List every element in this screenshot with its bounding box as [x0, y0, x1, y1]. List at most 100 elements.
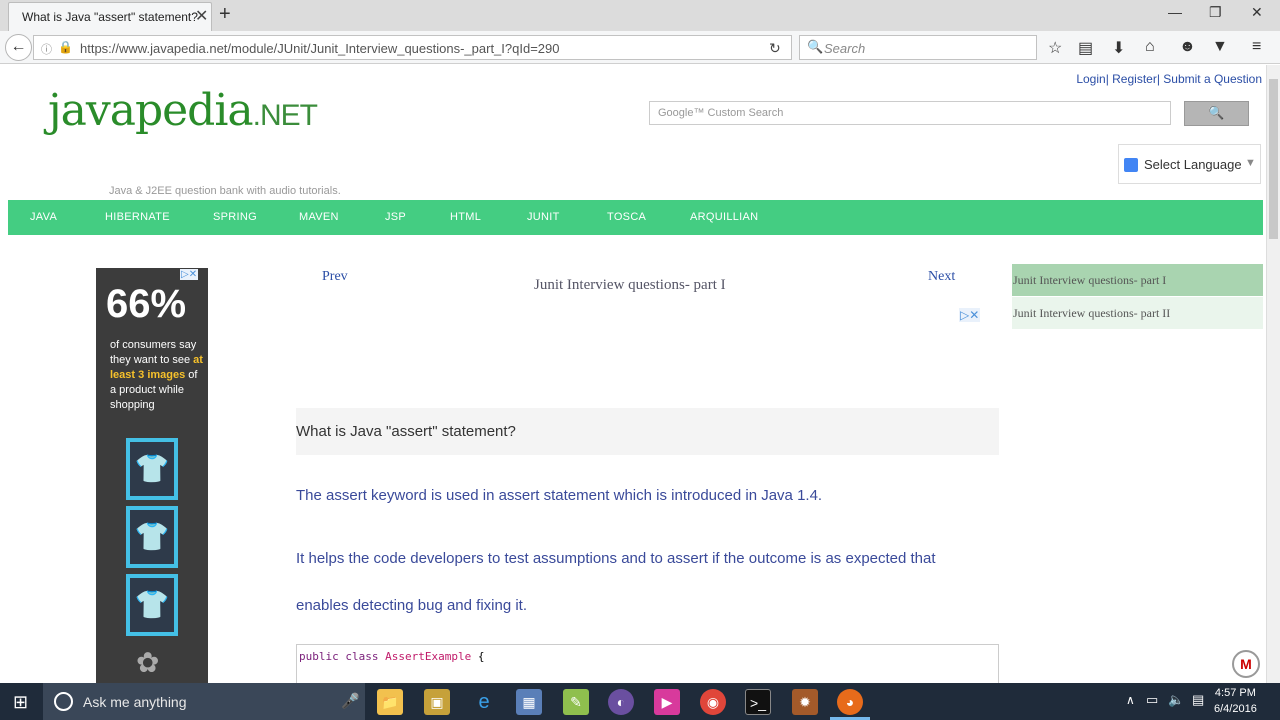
- page-scrollbar[interactable]: [1266, 65, 1280, 683]
- network-icon[interactable]: ▦: [516, 689, 542, 715]
- menu-item-jsp[interactable]: JSP: [385, 211, 406, 223]
- shirt-icon: 👕: [130, 578, 174, 632]
- tab-bar: What is Java "assert" statement? ✕ + — ❐…: [0, 0, 1280, 31]
- clock-date: 6/4/2016: [1214, 703, 1257, 715]
- menu-item-java[interactable]: JAVA: [30, 211, 57, 223]
- pocket-icon[interactable]: ▼: [1212, 38, 1228, 56]
- clock-time: 4:57 PM: [1214, 687, 1256, 699]
- main-menu: JAVA HIBERNATE SPRING MAVEN JSP HTML JUN…: [8, 200, 1263, 235]
- browser-search-input[interactable]: 🔍 Search: [799, 35, 1037, 60]
- lock-icon[interactable]: 🔒: [58, 40, 73, 54]
- left-advertisement[interactable]: ▷✕ 66% of consumers say they want to see…: [96, 268, 208, 683]
- page-title: Junit Interview questions- part I: [534, 277, 726, 293]
- cortana-search[interactable]: Ask me anything 🎤: [43, 683, 365, 720]
- site-logo[interactable]: javapedia.NET: [48, 85, 318, 136]
- question-text: What is Java "assert" statement?: [296, 423, 516, 440]
- internet-explorer-icon[interactable]: e: [471, 689, 497, 715]
- menu-item-junit[interactable]: JUNIT: [527, 211, 560, 223]
- code-class-name: AssertExample: [385, 650, 472, 663]
- menu-item-spring[interactable]: SPRING: [213, 211, 257, 223]
- related-sidebar: Junit Interview questions- part I Junit …: [1012, 264, 1263, 330]
- home-icon[interactable]: ⌂: [1145, 38, 1155, 56]
- terminal-icon[interactable]: >_: [745, 689, 771, 715]
- store-icon[interactable]: ▣: [424, 689, 450, 715]
- sidebar-item-part-2[interactable]: Junit Interview questions- part II: [1012, 297, 1263, 329]
- app-icon[interactable]: ✹: [792, 689, 818, 715]
- url-text[interactable]: https://www.javapedia.net/module/JUnit/J…: [80, 41, 559, 56]
- tab-title: What is Java "assert" statement?: [22, 10, 198, 24]
- answer-paragraph-3: enables detecting bug and fixing it.: [296, 597, 527, 614]
- web-page: Login| Register| Submit a Question javap…: [0, 65, 1266, 683]
- menu-item-maven[interactable]: MAVEN: [299, 211, 339, 223]
- reload-icon[interactable]: ↻: [769, 40, 781, 57]
- mcafee-shield-icon[interactable]: M: [1232, 650, 1260, 678]
- volume-icon[interactable]: 🔈: [1168, 692, 1184, 708]
- windows-start-icon[interactable]: ⊞: [13, 692, 28, 713]
- bookmark-star-icon[interactable]: ☆: [1048, 38, 1062, 58]
- navigation-toolbar: ← ⓘ 🔒 https://www.javapedia.net/module/J…: [0, 31, 1280, 64]
- ad-text-line1: of consumers say they want to see: [110, 339, 197, 366]
- firefox-icon[interactable]: ◕: [837, 689, 863, 715]
- code-block: public class AssertExample {: [296, 644, 999, 683]
- taskbar: ⊞ Ask me anything 🎤 📁 ▣ e ▦ ✎ ◐ ▶ ◉ >_ ✹…: [0, 683, 1280, 720]
- reading-list-icon[interactable]: ▤: [1078, 38, 1093, 58]
- new-tab-icon[interactable]: +: [219, 3, 231, 26]
- next-link[interactable]: Next: [928, 269, 955, 285]
- scrollbar-thumb[interactable]: [1269, 79, 1278, 239]
- eclipse-icon[interactable]: ◐: [608, 689, 634, 715]
- question-box: What is Java "assert" statement?: [296, 408, 999, 455]
- shirt-icon: 👕: [130, 442, 174, 496]
- download-icon[interactable]: ⬇: [1112, 38, 1125, 58]
- flower-logo-icon: ✿: [136, 647, 160, 678]
- cortana-icon: [54, 692, 73, 711]
- chevron-up-icon[interactable]: ∧: [1126, 693, 1135, 707]
- site-tagline: Java & J2EE question bank with audio tut…: [109, 185, 341, 197]
- shirt-image: 👕: [126, 438, 178, 500]
- ad-text: of consumers say they want to see at lea…: [110, 338, 204, 413]
- shirt-image: 👕: [126, 574, 178, 636]
- chat-icon[interactable]: ☻: [1179, 38, 1196, 56]
- media-app-icon[interactable]: ▶: [654, 689, 680, 715]
- chevron-down-icon: ▼: [1245, 157, 1256, 169]
- ad-percent: 66%: [106, 282, 187, 326]
- info-icon[interactable]: ⓘ: [41, 41, 52, 57]
- code-brace: {: [471, 650, 485, 663]
- file-explorer-icon[interactable]: 📁: [377, 689, 403, 715]
- url-bar[interactable]: ⓘ 🔒 https://www.javapedia.net/module/JUn…: [33, 35, 792, 60]
- code-keyword: public class: [299, 650, 379, 663]
- cortana-placeholder: Ask me anything: [83, 694, 187, 710]
- answer-paragraph-1: The assert keyword is used in assert sta…: [296, 487, 823, 504]
- menu-icon[interactable]: ≡: [1252, 38, 1261, 56]
- close-window-icon[interactable]: ✕: [1251, 4, 1263, 21]
- sidebar-item-part-1[interactable]: Junit Interview questions- part I: [1012, 264, 1263, 296]
- restore-icon[interactable]: ❐: [1209, 4, 1222, 21]
- system-clock[interactable]: 4:57 PM 6/4/2016: [1214, 685, 1257, 717]
- google-search-button[interactable]: 🔍: [1184, 101, 1249, 126]
- menu-item-tosca[interactable]: TOSCA: [607, 211, 646, 223]
- language-select[interactable]: Select Language ▼: [1118, 144, 1261, 184]
- google-custom-search-input[interactable]: Google™ Custom Search: [649, 101, 1171, 125]
- shirt-icon: 👕: [130, 510, 174, 564]
- search-icon: 🔍: [807, 39, 824, 54]
- prev-link[interactable]: Prev: [322, 269, 348, 285]
- tab-close-icon[interactable]: ✕: [195, 6, 208, 26]
- shirt-image: 👕: [126, 506, 178, 568]
- notepad-icon[interactable]: ✎: [563, 689, 589, 715]
- ad-choices-icon[interactable]: ▷✕: [959, 308, 981, 322]
- google-translate-icon: [1124, 158, 1138, 172]
- browser-tab[interactable]: What is Java "assert" statement? ✕: [8, 2, 212, 31]
- language-label: Select Language: [1144, 157, 1242, 172]
- back-icon[interactable]: ←: [5, 34, 32, 61]
- account-links[interactable]: Login| Register| Submit a Question: [1076, 72, 1262, 86]
- microphone-icon[interactable]: 🎤: [341, 692, 360, 710]
- battery-icon[interactable]: ▭: [1146, 692, 1158, 708]
- minimize-icon[interactable]: —: [1168, 4, 1182, 20]
- ad-choices-icon[interactable]: ▷✕: [180, 269, 199, 280]
- menu-item-hibernate[interactable]: HIBERNATE: [105, 211, 170, 223]
- logo-main-text: javapedia: [48, 85, 254, 136]
- notification-icon[interactable]: ▤: [1192, 692, 1204, 708]
- search-placeholder: Search: [824, 41, 866, 56]
- menu-item-arquillian[interactable]: ARQUILLIAN: [690, 211, 758, 223]
- chrome-icon[interactable]: ◉: [700, 689, 726, 715]
- menu-item-html[interactable]: HTML: [450, 211, 481, 223]
